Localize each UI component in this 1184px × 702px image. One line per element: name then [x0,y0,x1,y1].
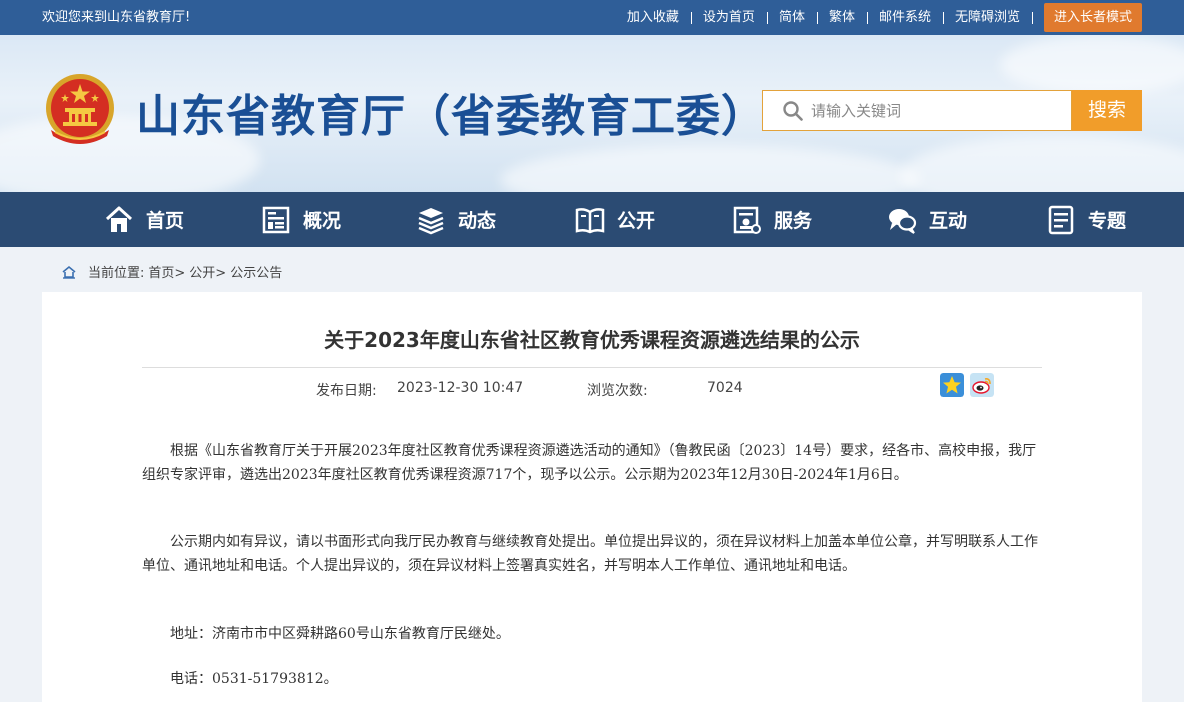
site-header: 山东省教育厅（省委教育工委） 搜索 [0,35,1184,192]
paragraph-3: 地址：济南市市中区舜耕路60号山东省教育厅民继处。 [170,626,510,642]
search-icon [783,101,803,121]
book-icon [575,207,605,233]
qzone-share-icon[interactable] [940,373,964,397]
national-emblem-logo [46,74,114,144]
nav-label-service: 服务 [774,210,813,232]
mail-system-link[interactable]: 邮件系统 [866,0,943,35]
service-icon [733,206,761,234]
nav-label-public: 公开 [617,210,656,232]
search-button[interactable]: 搜索 [1072,90,1142,131]
nav-label-interaction: 互动 [929,210,968,232]
welcome-text: 欢迎您来到山东省教育厅! [42,10,191,25]
building-icon [262,206,290,233]
home-icon [105,206,133,232]
nav-label-news: 动态 [458,210,497,232]
nav-label-home: 首页 [146,210,185,232]
publish-date-label: 发布日期: [316,383,377,399]
paragraph-2: 公示期内如有异议，请以书面形式向我厅民办教育与继续教育处提出。单位提出异议的，须… [142,534,1038,574]
chat-icon [889,208,917,234]
nav-item-overview[interactable]: 概况 [261,192,341,247]
search-input[interactable] [811,91,1061,130]
breadcrumb-prefix: 当前位置: [88,266,145,281]
publish-date: 2023-12-30 10:47 [397,380,524,396]
views-count: 7024 [707,380,743,396]
breadcrumb: 当前位置: 首页> 公开> 公示公告 [62,262,286,281]
weibo-share-icon[interactable] [970,373,994,397]
nav-item-public[interactable]: 公开 [575,192,655,247]
document-icon [1048,205,1074,234]
views-label: 浏览次数: [587,383,648,399]
traditional-chinese-link[interactable]: 繁体 [816,0,867,35]
nav-item-news[interactable]: 动态 [416,192,496,247]
nav-item-service[interactable]: 服务 [732,192,812,247]
breadcrumb-public[interactable]: 公开> [189,262,226,281]
site-title: 山东省教育厅（省委教育工委） [136,91,766,142]
nav-item-topics[interactable]: 专题 [1046,192,1126,247]
breadcrumb-home[interactable]: 首页> [148,262,185,281]
article-panel: 关于2023年度山东省社区教育优秀课程资源遴选结果的公示 发布日期: 2023-… [42,292,1142,702]
add-favorite-link[interactable]: 加入收藏 [615,0,691,35]
simplified-chinese-link[interactable]: 简体 [766,0,817,35]
layers-icon [418,207,444,234]
title-divider [142,367,1042,368]
accessibility-link[interactable]: 无障碍浏览 [942,0,1034,35]
nav-label-topics: 专题 [1088,210,1127,232]
top-links: 加入收藏 设为首页 简体 繁体 邮件系统 无障碍浏览 [615,0,1034,35]
breadcrumb-current[interactable]: 公示公告 [230,262,282,281]
home-icon [62,265,76,279]
nav-item-home[interactable]: 首页 [104,192,184,247]
paragraph-4: 电话：0531-51793812。 [170,671,338,687]
nav-item-interaction[interactable]: 互动 [887,192,967,247]
nav-label-overview: 概况 [303,210,342,232]
article-title: 关于2023年度山东省社区教育优秀课程资源遴选结果的公示 [324,328,860,352]
set-homepage-link[interactable]: 设为首页 [690,0,767,35]
main-nav: 首页 概况 动态 公开 服务 互动 专题 [0,192,1184,247]
top-bar: 欢迎您来到山东省教育厅! 加入收藏 设为首页 简体 繁体 邮件系统 无障碍浏览 … [0,0,1184,35]
search-box [762,90,1072,131]
paragraph-1: 根据《山东省教育厅关于开展2023年度社区教育优秀课程资源遴选活动的通知》（鲁教… [142,443,1037,483]
elder-mode-button[interactable]: 进入长者模式 [1044,3,1142,32]
